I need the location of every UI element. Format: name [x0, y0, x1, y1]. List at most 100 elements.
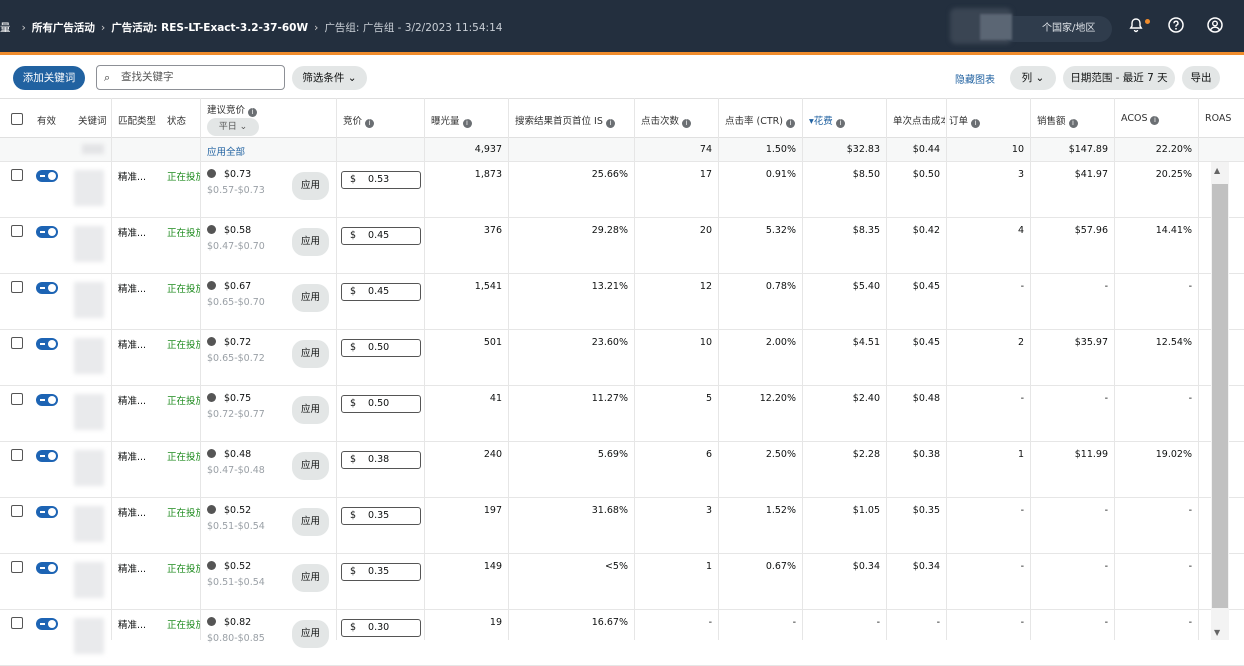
header-acos[interactable]: ACOS i — [1121, 113, 1160, 125]
row-checkbox[interactable] — [11, 505, 23, 517]
header-sales[interactable]: 销售额 i — [1037, 113, 1078, 128]
summary-orders: 10 — [1011, 144, 1024, 155]
hide-chart-link[interactable]: 隐藏图表 — [955, 71, 995, 86]
row-checkbox[interactable] — [11, 561, 23, 573]
export-button[interactable]: 导出 — [1182, 66, 1220, 90]
filter-button[interactable]: 筛选条件 ⌄ — [292, 66, 367, 90]
match-type: 精准... — [118, 452, 147, 463]
header-spend-label: 花费 — [813, 116, 833, 127]
header-match-type[interactable]: 匹配类型 — [118, 113, 156, 127]
status-text: 正在投放 — [167, 396, 200, 407]
scroll-up-icon[interactable]: ▲ — [1214, 166, 1220, 175]
suggested-bid: $0.67 — [207, 281, 251, 292]
active-toggle[interactable] — [36, 170, 58, 182]
row-checkbox[interactable] — [11, 337, 23, 349]
header-cpc[interactable]: 单次点击成本 — [893, 113, 945, 127]
columns-button[interactable]: 列 ⌄ — [1010, 66, 1056, 90]
bid-input[interactable]: $0.45 — [341, 283, 421, 301]
apply-button[interactable]: 应用 — [292, 396, 329, 424]
apply-button[interactable]: 应用 — [292, 564, 329, 592]
active-toggle[interactable] — [36, 338, 58, 350]
row-checkbox[interactable] — [11, 225, 23, 237]
header-roas[interactable]: ROAS — [1205, 113, 1231, 124]
header-ctr[interactable]: 点击率 (CTR) i — [725, 113, 795, 128]
header-bid[interactable]: 竞价 i — [343, 113, 375, 128]
info-icon: i — [1068, 119, 1078, 128]
info-icon: i — [835, 119, 845, 128]
active-toggle[interactable] — [36, 450, 58, 462]
acos: - — [1188, 561, 1192, 572]
table-row: 精准... 正在投放 $0.48 $0.47-$0.48 应用 $0.38 240 5.69%… — [0, 442, 1244, 498]
active-toggle[interactable] — [36, 562, 58, 574]
header-impressions[interactable]: 曝光量 i — [431, 113, 472, 128]
bid-input[interactable]: $0.35 — [341, 563, 421, 581]
blurred-flag-image — [980, 14, 1012, 40]
row-checkbox[interactable] — [11, 617, 23, 629]
suggested-bid-select[interactable]: 平日 ⌄ — [207, 118, 259, 136]
header-status[interactable]: 状态 — [167, 113, 186, 127]
summary-sales: $147.89 — [1068, 144, 1108, 155]
ctr: 0.78% — [765, 281, 796, 292]
active-toggle[interactable] — [36, 506, 58, 518]
apply-button[interactable]: 应用 — [292, 228, 329, 256]
apply-button[interactable]: 应用 — [292, 452, 329, 480]
help-icon[interactable] — [1165, 14, 1187, 36]
scrollbar-thumb[interactable] — [1212, 184, 1228, 608]
bid-input[interactable]: $0.53 — [341, 171, 421, 189]
apply-all-link[interactable]: 应用全部 — [207, 144, 245, 158]
suggested-bid-value: $0.48 — [224, 449, 252, 460]
currency-symbol: $ — [350, 398, 357, 409]
suggested-bid-range: $0.57-$0.73 — [207, 185, 265, 196]
row-checkbox[interactable] — [11, 393, 23, 405]
currency-symbol: $ — [350, 566, 357, 577]
impressions: 1,873 — [474, 169, 502, 180]
header-top-is[interactable]: 搜索结果首页首位 IS i — [515, 113, 615, 128]
header-spend[interactable]: ▾花费 i — [809, 113, 845, 128]
breadcrumb-all-campaigns[interactable]: 所有广告活动 — [32, 20, 95, 35]
active-toggle[interactable] — [36, 282, 58, 294]
bid-input[interactable]: $0.35 — [341, 507, 421, 525]
header-suggested-bid[interactable]: 建议竞价 i — [207, 102, 258, 117]
currency-symbol: $ — [350, 342, 357, 353]
date-range-button[interactable]: 日期范围 - 最近 7 天 — [1063, 66, 1175, 90]
bell-icon[interactable] — [1125, 14, 1147, 36]
search-input[interactable]: ⌕ 查找关键字 — [96, 65, 285, 90]
header-top-is-label: 搜索结果首页首位 IS — [515, 116, 603, 127]
bid-value: 0.50 — [368, 398, 390, 409]
bid-value: 0.30 — [368, 622, 390, 633]
active-toggle[interactable] — [36, 394, 58, 406]
bid-input[interactable]: $0.50 — [341, 395, 421, 413]
suggested-bid: $0.58 — [207, 225, 251, 236]
apply-button[interactable]: 应用 — [292, 508, 329, 536]
column-divider — [634, 98, 635, 640]
active-toggle[interactable] — [36, 226, 58, 238]
bid-input[interactable]: $0.30 — [341, 619, 421, 637]
active-toggle[interactable] — [36, 618, 58, 630]
add-keyword-button[interactable]: 添加关键词 — [13, 66, 85, 90]
suggested-bid: $0.82 — [207, 617, 251, 628]
header-sales-label: 销售额 — [1037, 116, 1066, 127]
spend: $4.51 — [852, 337, 880, 348]
header-keyword[interactable]: 关键词 — [78, 113, 107, 127]
status-text: 正在投放 — [167, 620, 200, 631]
spend: $8.50 — [852, 169, 880, 180]
acos: 12.54% — [1155, 337, 1192, 348]
apply-button[interactable]: 应用 — [292, 284, 329, 312]
apply-button[interactable]: 应用 — [292, 620, 329, 648]
row-checkbox[interactable] — [11, 281, 23, 293]
info-icon: i — [785, 119, 795, 128]
select-all-checkbox[interactable] — [11, 113, 23, 125]
bid-input[interactable]: $0.45 — [341, 227, 421, 245]
account-icon[interactable] — [1204, 14, 1226, 36]
breadcrumb-campaign[interactable]: 广告活动: RES-LT-Exact-3.2-37-60W — [111, 20, 308, 35]
apply-button[interactable]: 应用 — [292, 172, 329, 200]
header-orders[interactable]: 订单 i — [949, 113, 981, 128]
apply-button[interactable]: 应用 — [292, 340, 329, 368]
scroll-down-icon[interactable]: ▼ — [1214, 628, 1220, 637]
row-checkbox[interactable] — [11, 169, 23, 181]
header-clicks[interactable]: 点击次数 i — [641, 113, 692, 128]
row-checkbox[interactable] — [11, 449, 23, 461]
bid-input[interactable]: $0.38 — [341, 451, 421, 469]
bid-input[interactable]: $0.50 — [341, 339, 421, 357]
country-selector[interactable]: 个国家/地区 — [1000, 16, 1112, 42]
